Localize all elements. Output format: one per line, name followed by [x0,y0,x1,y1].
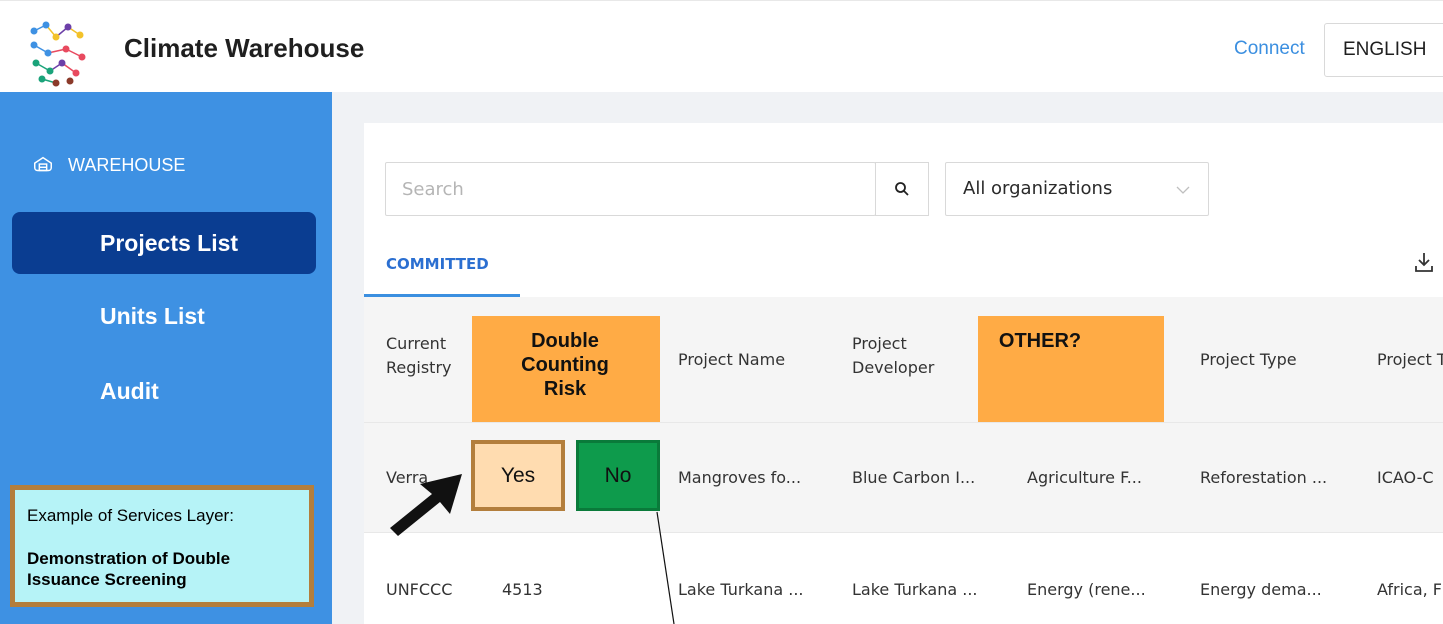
search-icon [895,182,909,196]
cell-registry: UNFCCC [386,580,453,599]
services-layer-note: Example of Services Layer: Demonstration… [10,485,314,607]
search-button[interactable] [875,162,929,216]
sidebar-item-projects-list[interactable]: Projects List [12,212,316,274]
header-project-tags[interactable]: Project T [1377,348,1443,372]
sidebar: WAREHOUSE Projects List Units List Audit… [0,92,332,624]
yes-button[interactable]: Yes [471,440,565,511]
no-button[interactable]: No [576,440,660,511]
organization-select[interactable]: All organizations [945,162,1209,216]
climate-warehouse-logo[interactable] [22,15,96,89]
sidebar-section-warehouse[interactable]: WAREHOUSE [32,154,185,176]
cell-id: 4513 [502,580,543,599]
cell-type: Reforestation ... [1200,468,1328,487]
header-other[interactable]: OTHER? [990,329,1090,353]
search-field[interactable] [385,162,876,216]
header-current-registry[interactable]: Current Registry [386,332,466,380]
download-icon[interactable] [1413,250,1435,274]
sidebar-section-label: WAREHOUSE [68,154,186,175]
app-title: Climate Warehouse [124,33,365,63]
cell-sector: Agriculture F... [1027,468,1142,487]
language-select[interactable]: ENGLISH [1324,23,1443,77]
note-line-1: Example of Services Layer: [27,506,234,525]
sidebar-item-audit[interactable]: Audit [12,360,316,422]
note-line-2: Demonstration of Double Issuance Screeni… [27,549,231,589]
cell-developer: Lake Turkana ... [852,580,978,599]
header-project-type[interactable]: Project Type [1200,348,1297,372]
warehouse-icon [34,156,52,172]
search-input[interactable] [402,176,862,202]
top-header: Climate Warehouse Connect ENGLISH [0,0,1443,92]
tab-committed[interactable]: COMMITTED [386,255,489,273]
connect-link[interactable]: Connect [1234,38,1305,60]
cell-project-name: Mangroves fo... [678,468,802,487]
cell-project-name: Lake Turkana ... [678,580,804,599]
organization-value: All organizations [963,178,1113,199]
sidebar-item-units-list[interactable]: Units List [12,285,316,347]
header-project-name[interactable]: Project Name [678,348,785,372]
header-project-developer[interactable]: Project Developer [852,332,952,380]
cell-type: Energy dema... [1200,580,1322,599]
cell-registry: Verra [386,468,429,487]
cell-sector: Energy (rene... [1027,580,1146,599]
chevron-down-icon [1176,186,1190,194]
cell-tags: Africa, F [1377,580,1443,599]
header-double-counting-risk[interactable]: Double Counting Risk [500,329,630,401]
cell-developer: Blue Carbon I... [852,468,976,487]
language-value: ENGLISH [1343,39,1427,60]
table-row[interactable] [364,533,1443,624]
cell-tags: ICAO-C [1377,468,1434,487]
